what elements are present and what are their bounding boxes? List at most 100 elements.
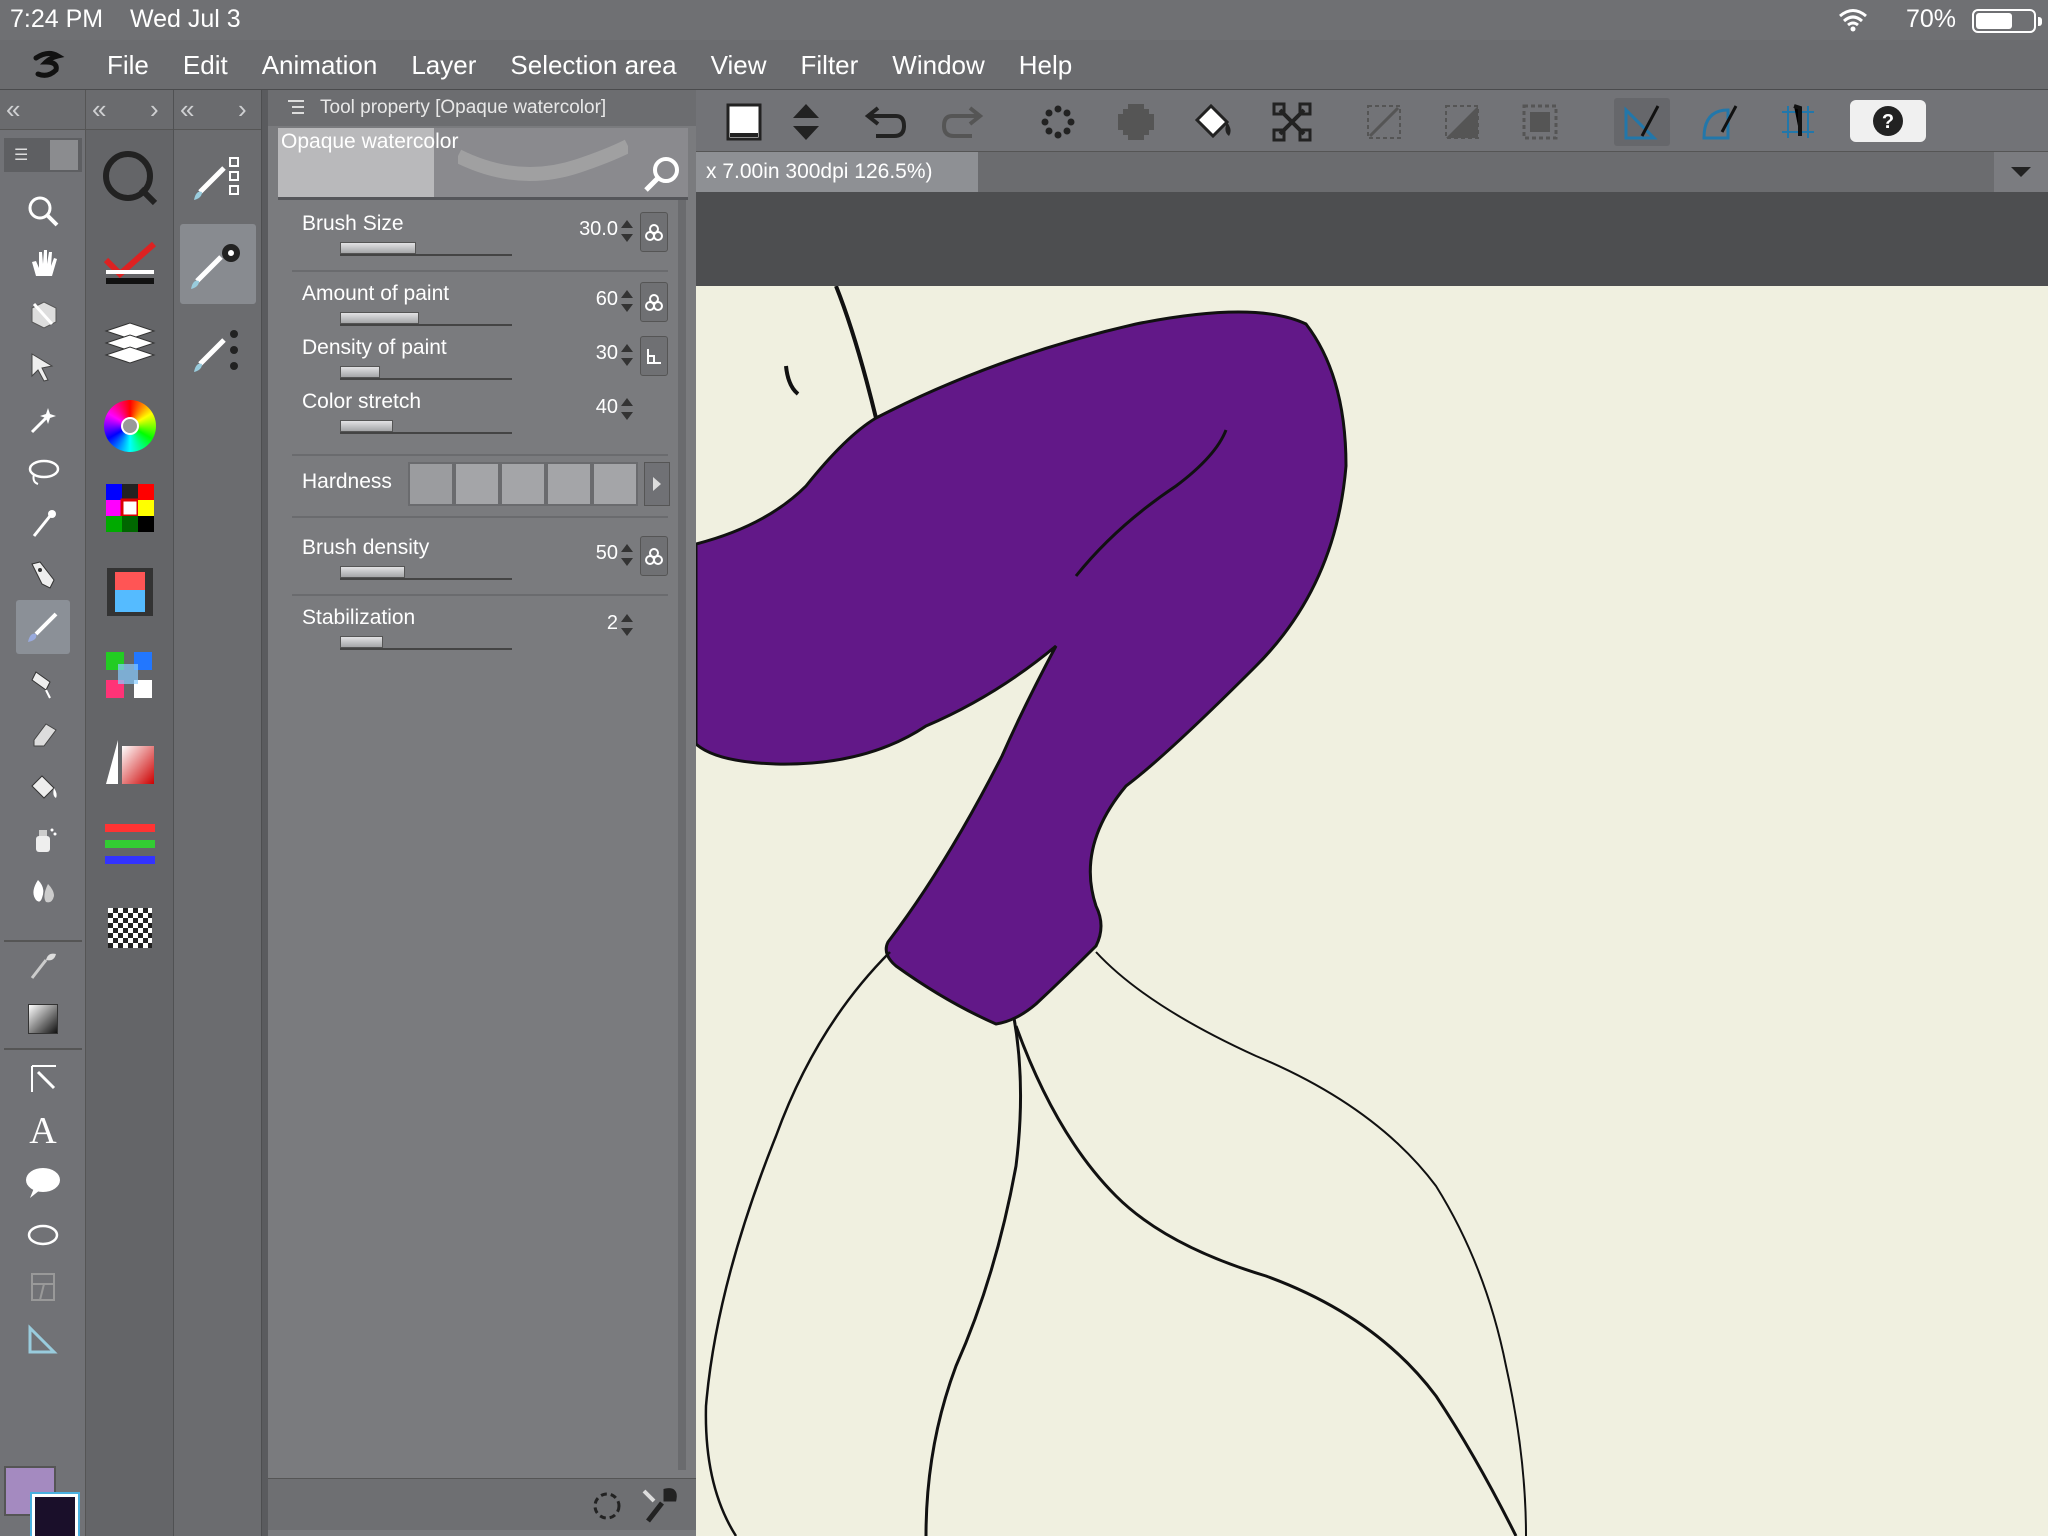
brush-preview[interactable]: Opaque watercolor — [278, 128, 688, 200]
menu-help[interactable]: Help — [1002, 40, 1089, 90]
hardness-level-3[interactable] — [500, 462, 546, 506]
balloon-icon[interactable] — [20, 1160, 66, 1206]
hardness-level-2[interactable] — [454, 462, 500, 506]
panel-menu-icon[interactable] — [288, 100, 304, 114]
decoration-icon[interactable] — [20, 942, 66, 988]
brush-size-dynamics-button[interactable] — [640, 212, 668, 252]
expand-right-icon[interactable]: › — [238, 94, 247, 125]
gradient-map-icon[interactable] — [98, 728, 162, 792]
save-icon[interactable] — [716, 98, 772, 146]
brush-size-slider[interactable] — [340, 242, 512, 256]
hardness-level-5[interactable] — [592, 462, 638, 506]
menu-file[interactable]: File — [90, 40, 166, 90]
canvas-area[interactable] — [696, 192, 2048, 1536]
gradient-icon[interactable] — [20, 996, 66, 1042]
navigator-icon[interactable] — [98, 146, 162, 210]
fill-icon[interactable] — [20, 764, 66, 810]
density-of-paint-stepper[interactable] — [620, 340, 634, 370]
collapse-left-icon[interactable]: « — [92, 94, 106, 125]
expand-right-icon[interactable]: › — [150, 94, 159, 125]
brush-density-value[interactable]: 50 — [596, 542, 618, 565]
sub-tool-group-icon[interactable] — [182, 318, 254, 382]
ruler-icon[interactable] — [20, 1316, 66, 1362]
canvas-tab[interactable]: x 7.00in 300dpi 126.5%) — [696, 152, 978, 192]
sub-tool-settings-icon[interactable] — [180, 224, 256, 304]
menu-edit[interactable]: Edit — [166, 40, 245, 90]
sub-color-swatch[interactable] — [30, 1492, 80, 1536]
hardness-level-4[interactable] — [546, 462, 592, 506]
color-set-icon[interactable] — [98, 476, 162, 540]
canvas-tab-dropdown-icon[interactable] — [1994, 152, 2048, 192]
sub-view-icon[interactable] — [98, 644, 162, 708]
amount-of-paint-value[interactable]: 60 — [596, 288, 618, 311]
hardness-expand-arrow[interactable] — [644, 462, 670, 506]
snap-to-special-ruler-icon[interactable] — [1692, 98, 1748, 146]
object-icon[interactable] — [20, 292, 66, 338]
transform-icon[interactable] — [1264, 98, 1320, 146]
menu-layer[interactable]: Layer — [394, 40, 493, 90]
reset-settings-icon[interactable] — [588, 1487, 626, 1525]
magic-wand-icon[interactable] — [20, 396, 66, 442]
menu-animation[interactable]: Animation — [245, 40, 395, 90]
density-of-paint-slider[interactable] — [340, 366, 512, 380]
clear-selection-icon[interactable] — [1356, 98, 1412, 146]
sort-icon[interactable] — [778, 98, 834, 146]
check-icon[interactable] — [98, 230, 162, 294]
operation-icon[interactable] — [20, 1056, 66, 1102]
zoom-icon[interactable] — [20, 188, 66, 234]
hardness-selector[interactable] — [408, 462, 638, 506]
fill-selection-icon[interactable] — [1186, 98, 1242, 146]
tool-menu-icon[interactable]: ☰ — [14, 145, 28, 165]
hand-icon[interactable] — [20, 240, 66, 286]
snap-to-ruler-icon[interactable] — [1614, 98, 1670, 146]
undo-icon[interactable] — [858, 98, 914, 146]
color-stretch-slider[interactable] — [340, 420, 512, 434]
hardness-level-1[interactable] — [408, 462, 454, 506]
brush-density-stepper[interactable] — [620, 540, 634, 570]
blend-icon[interactable] — [20, 868, 66, 914]
eyedropper-icon[interactable] — [20, 500, 66, 546]
eraser-icon[interactable] — [20, 712, 66, 758]
ellipse-icon[interactable] — [20, 1212, 66, 1258]
brush-size-stepper[interactable] — [620, 216, 634, 246]
app-logo-icon[interactable] — [28, 48, 68, 82]
sub-tool-list-icon[interactable] — [182, 146, 254, 210]
timeline-icon[interactable] — [98, 560, 162, 624]
text-icon[interactable]: A — [20, 1108, 66, 1154]
redo-icon[interactable] — [934, 98, 990, 146]
layers-icon[interactable] — [98, 312, 162, 376]
panel-scrollbar[interactable] — [678, 200, 686, 1470]
brush-density-slider[interactable] — [340, 566, 512, 580]
brush-preview-zoom-icon[interactable] — [642, 154, 682, 194]
stabilization-slider[interactable] — [340, 636, 512, 650]
amount-of-paint-slider[interactable] — [340, 312, 512, 326]
material-icon[interactable] — [98, 896, 162, 960]
stabilization-stepper[interactable] — [620, 610, 634, 640]
density-of-paint-value[interactable]: 30 — [596, 342, 618, 365]
crop-icon[interactable] — [1108, 98, 1164, 146]
spray-icon[interactable] — [20, 816, 66, 862]
snap-to-grid-icon[interactable] — [1770, 98, 1826, 146]
move-icon[interactable] — [20, 344, 66, 390]
amount-of-paint-stepper[interactable] — [620, 286, 634, 316]
amount-of-paint-dynamics-button[interactable] — [640, 282, 668, 322]
color-stretch-stepper[interactable] — [620, 394, 634, 424]
frame-icon[interactable] — [20, 1264, 66, 1310]
brush-size-value[interactable]: 30.0 — [579, 218, 618, 241]
canvas-paper[interactable] — [696, 286, 2048, 1536]
menu-window[interactable]: Window — [875, 40, 1001, 90]
selection-border-icon[interactable] — [1512, 98, 1568, 146]
menu-view[interactable]: View — [694, 40, 784, 90]
pen-icon[interactable] — [20, 552, 66, 598]
density-of-paint-dynamics-button[interactable] — [640, 336, 668, 376]
menu-filter[interactable]: Filter — [784, 40, 876, 90]
airbrush-icon[interactable] — [20, 660, 66, 706]
brush-icon[interactable] — [16, 600, 70, 654]
tool-tab-icon[interactable] — [50, 140, 78, 170]
lasso-fill-icon[interactable] — [1030, 98, 1086, 146]
stabilization-value[interactable]: 2 — [607, 612, 618, 635]
collapse-left-icon[interactable]: « — [6, 94, 20, 125]
lasso-icon[interactable] — [20, 448, 66, 494]
color-wheel-icon[interactable] — [98, 394, 162, 458]
help-button[interactable]: ? — [1850, 100, 1926, 142]
